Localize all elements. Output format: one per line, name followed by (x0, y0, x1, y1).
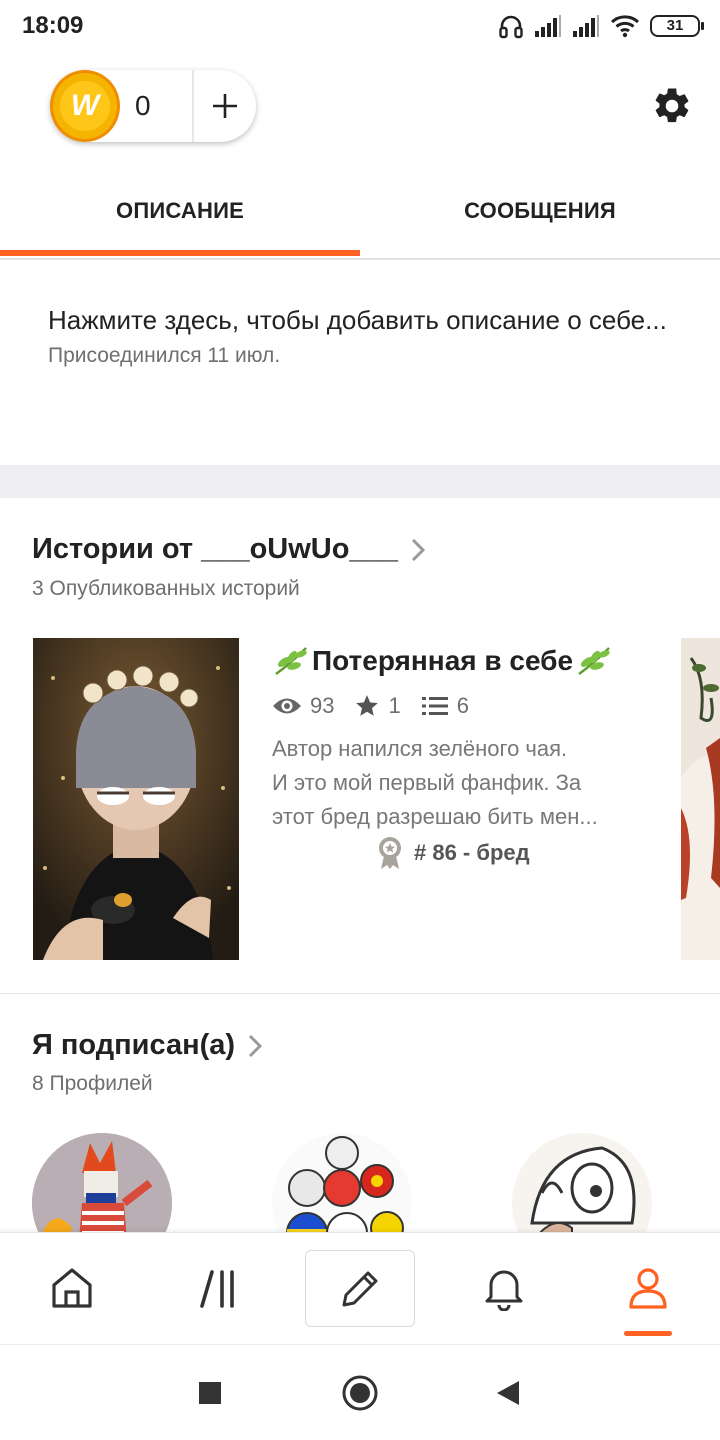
recents-button[interactable] (186, 1369, 234, 1417)
story-description-line: Автор напился зелёного чая. (272, 736, 568, 761)
stories-title: Истории от ___oUwUo___ (32, 533, 398, 565)
story-cover-art (33, 638, 239, 960)
bottom-navigation (0, 1232, 720, 1344)
next-story-cover-art (681, 638, 720, 960)
chevron-right-icon (249, 1034, 263, 1057)
tab-messages[interactable]: СООБЩЕНИЯ (360, 168, 720, 258)
about-section: Нажмите здесь, чтобы добавить описание о… (48, 300, 678, 368)
profile-icon (629, 1268, 667, 1309)
next-story-cover-image[interactable] (681, 638, 720, 960)
views-count: 93 (310, 693, 335, 718)
section-separator (0, 465, 720, 498)
library-icon (200, 1270, 234, 1308)
back-button[interactable] (484, 1369, 532, 1417)
status-bar: 18:09 31 (0, 0, 720, 52)
herb-icon (275, 647, 307, 675)
eye-icon (273, 698, 301, 714)
bell-icon (485, 1270, 523, 1311)
story-rank-tag[interactable]: # 86 - бред (376, 836, 530, 870)
following-title: Я подписан(а) (32, 1029, 236, 1061)
votes-stat: 1 (354, 693, 401, 719)
signal-icon-2 (573, 15, 599, 37)
award-ribbon-icon (379, 837, 401, 869)
votes-count: 1 (388, 693, 401, 718)
headphones-icon (499, 15, 523, 39)
story-description-line: И это мой первый фанфик. За (272, 770, 582, 795)
coin-balance-pill[interactable]: W 0 (50, 70, 256, 142)
nav-active-indicator (624, 1331, 672, 1336)
section-divider (0, 993, 720, 994)
following-header[interactable]: Я подписан(а) (32, 1029, 263, 1062)
joined-date: Присоединился 11 июл. (48, 344, 281, 367)
story-rank-text: # 86 - бред (414, 840, 530, 865)
system-navigation-bar (0, 1344, 720, 1440)
nav-notifications[interactable] (468, 1252, 540, 1324)
story-title: Потерянная в себе (312, 645, 574, 676)
home-icon (52, 1268, 92, 1308)
plus-icon (213, 94, 237, 118)
tab-description[interactable]: ОПИСАНИЕ (0, 168, 360, 258)
nav-write[interactable] (305, 1250, 415, 1327)
add-coins-button[interactable] (200, 78, 250, 134)
nav-profile[interactable] (612, 1252, 684, 1324)
parts-count: 6 (456, 693, 469, 718)
battery-icon: 31 (650, 15, 704, 37)
home-system-button[interactable] (336, 1369, 384, 1417)
tab-active-indicator (0, 250, 360, 256)
story-card[interactable]: Потерянная в себе 93 1 6 Автор напился з… (272, 640, 652, 869)
star-icon (356, 695, 379, 716)
nav-library[interactable] (182, 1252, 254, 1324)
list-icon (421, 697, 448, 715)
coin-icon: W (50, 70, 120, 142)
stories-header[interactable]: Истории от ___oUwUo___ (32, 533, 426, 566)
views-stat: 93 (272, 693, 334, 719)
profile-tabs: ОПИСАНИЕ СООБЩЕНИЯ (0, 168, 720, 260)
parts-stat: 6 (421, 693, 469, 719)
status-time: 18:09 (22, 12, 84, 39)
herb-icon (578, 647, 610, 675)
circle-icon (342, 1375, 378, 1411)
story-description: Автор напился зелёного чая. И это мой пе… (272, 732, 638, 834)
story-cover-image[interactable] (33, 638, 239, 960)
status-icons: 31 (498, 10, 704, 42)
following-count: 8 Профилей (32, 1072, 153, 1095)
stories-count: 3 Опубликованных историй (32, 577, 300, 600)
gear-icon (655, 88, 689, 123)
story-stats: 93 1 6 (272, 686, 652, 726)
coin-logo: W (60, 81, 110, 131)
square-icon (199, 1382, 221, 1404)
coin-count: 0 (135, 90, 151, 121)
wifi-icon (610, 15, 640, 38)
back-triangle-icon (497, 1381, 519, 1405)
add-description-prompt[interactable]: Нажмите здесь, чтобы добавить описание о… (48, 300, 678, 340)
story-description-line: этот бред разрешаю бить мен... (272, 804, 598, 829)
chevron-right-icon (411, 538, 425, 561)
pencil-icon (342, 1271, 378, 1306)
nav-home[interactable] (36, 1252, 108, 1324)
signal-icon (535, 15, 561, 37)
story-title-row[interactable]: Потерянная в себе (272, 640, 652, 682)
settings-button[interactable] (648, 82, 696, 130)
coin-divider (192, 70, 194, 142)
